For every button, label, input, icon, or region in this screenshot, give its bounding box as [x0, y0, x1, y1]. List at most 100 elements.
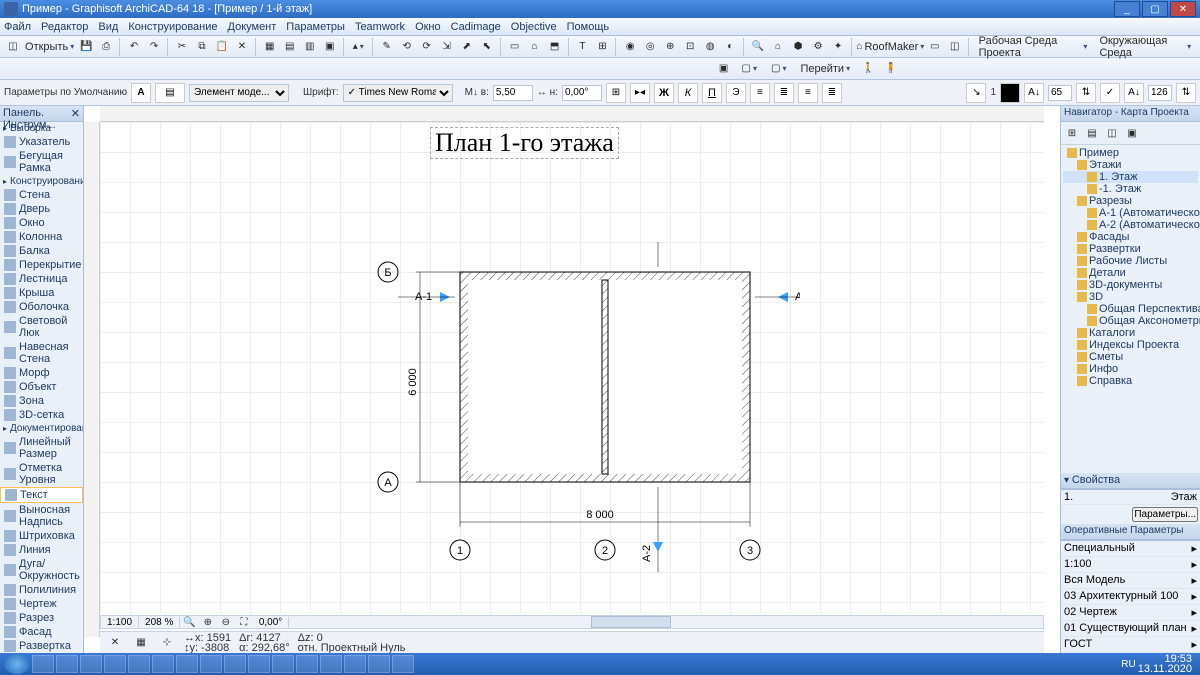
tool-линейный-размер[interactable]: Линейный Размер — [0, 435, 83, 461]
nav-node[interactable]: Каталоги — [1063, 327, 1198, 339]
tool-перекрытие[interactable]: Перекрытие — [0, 258, 83, 272]
system-tray[interactable]: 19:5313.11.2020 — [1138, 654, 1196, 674]
nav-node[interactable]: Общая Аксонометрия — [1063, 315, 1198, 327]
size-w-input[interactable] — [493, 85, 533, 101]
nav-icon[interactable]: ▢ — [737, 60, 762, 78]
tool-icon[interactable]: ⊡ — [681, 38, 699, 56]
tool-icon[interactable]: ◐ — [721, 38, 739, 56]
navigator-tree[interactable]: ПримерЭтажи1. Этаж-1. ЭтажРазрезыА-1 (Ав… — [1061, 145, 1200, 473]
tool-icon[interactable]: ⊕ — [661, 38, 679, 56]
quick-option[interactable]: 03 Архитектурный 100▸ — [1061, 589, 1200, 605]
nav-tab-icon[interactable]: ⊞ — [1063, 124, 1081, 142]
tool-icon[interactable]: ⬈ — [458, 38, 476, 56]
lock-icon[interactable]: ▸◂ — [630, 83, 650, 103]
tool-icon[interactable]: ⌂ — [526, 38, 544, 56]
nav-node[interactable]: Пример — [1063, 147, 1198, 159]
nav-node[interactable]: Рабочие Листы — [1063, 255, 1198, 267]
pen1-input[interactable] — [1048, 85, 1072, 101]
tool-стена[interactable]: Стена — [0, 188, 83, 202]
env-surround-button[interactable]: Окружающая Среда — [1094, 38, 1196, 56]
paste-icon[interactable]: 📋 — [213, 38, 231, 56]
env-project-button[interactable]: Рабочая Среда Проекта — [974, 38, 1093, 56]
tool-icon[interactable]: ▦ — [261, 38, 279, 56]
tool-выносная-надпись[interactable]: Выносная Надпись — [0, 503, 83, 529]
tool-icon[interactable]: ⚙ — [809, 38, 827, 56]
origin-icon[interactable]: ✕ — [106, 634, 124, 652]
tool-лестница[interactable]: Лестница — [0, 272, 83, 286]
tool-icon[interactable]: ✎ — [378, 38, 396, 56]
nav-node[interactable]: 3D-документы — [1063, 279, 1198, 291]
arrow-icon[interactable]: ↘ — [966, 83, 986, 103]
close-button[interactable]: ✕ — [1170, 1, 1196, 17]
tool-icon[interactable]: ◍ — [701, 38, 719, 56]
nav-tab-icon[interactable]: ▣ — [1123, 124, 1141, 142]
taskbar-item[interactable] — [176, 655, 198, 673]
person-icon[interactable]: 🚶 — [859, 60, 877, 78]
tool-окно[interactable]: Окно — [0, 216, 83, 230]
copy-icon[interactable]: ⧉ — [193, 38, 211, 56]
tool-бегущая-рамка[interactable]: Бегущая Рамка — [0, 149, 83, 175]
nav-node[interactable]: Индексы Проекта — [1063, 339, 1198, 351]
taskbar-item[interactable] — [104, 655, 126, 673]
tool-icon[interactable]: ⬢ — [789, 38, 807, 56]
menu-teamwork[interactable]: Teamwork — [355, 21, 405, 33]
anchor-icon[interactable]: ⊞ — [606, 83, 626, 103]
start-button[interactable] — [4, 654, 30, 674]
nav-tab-icon[interactable]: ▤ — [1083, 124, 1101, 142]
drawing-canvas[interactable]: План 1-го этажа 8 000 — [100, 122, 1044, 613]
style-icon[interactable]: Э — [726, 83, 746, 103]
tool-световой-люк[interactable]: Световой Люк — [0, 314, 83, 340]
lang-indicator[interactable]: RU — [1121, 659, 1135, 670]
menu-параметры[interactable]: Параметры — [286, 21, 345, 33]
quick-option[interactable]: 01 Существующий план▸ — [1061, 621, 1200, 637]
tool-полилиния[interactable]: Полилиния — [0, 583, 83, 597]
align-left-icon[interactable]: ≡ — [750, 83, 770, 103]
nav-node[interactable]: Разрезы — [1063, 195, 1198, 207]
pen2-input[interactable] — [1148, 85, 1172, 101]
toolbox-section[interactable]: Конструирование — [0, 175, 83, 188]
menu-файл[interactable]: Файл — [4, 21, 31, 33]
maximize-button[interactable]: ▢ — [1142, 1, 1168, 17]
scale-display[interactable]: 1:100 — [101, 617, 139, 628]
dropdown-icon[interactable]: ▴ — [349, 38, 368, 56]
layer-icon[interactable]: ▤ — [155, 83, 185, 103]
undo-icon[interactable]: ↶ — [125, 38, 143, 56]
tool-дверь[interactable]: Дверь — [0, 202, 83, 216]
nav-node[interactable]: Справка — [1063, 375, 1198, 387]
quick-option[interactable]: 1:100▸ — [1061, 557, 1200, 573]
snap-icon[interactable]: ⊹ — [158, 634, 176, 652]
tool-icon[interactable]: ⟳ — [418, 38, 436, 56]
quick-option[interactable]: 02 Чертеж▸ — [1061, 605, 1200, 621]
toolbox-section[interactable]: Документирование — [0, 422, 83, 435]
quick-option[interactable]: ГОСТ▸ — [1061, 637, 1200, 653]
tool-колонна[interactable]: Колонна — [0, 230, 83, 244]
taskbar-item[interactable] — [128, 655, 150, 673]
toolbox-section[interactable]: Выборка — [0, 122, 83, 135]
roofmaker-button[interactable]: ⌂ RoofMaker — [857, 38, 924, 56]
font-select[interactable]: ✓ Times New Roman — [343, 84, 453, 102]
taskbar-item[interactable] — [56, 655, 78, 673]
save-icon[interactable]: 💾 — [77, 38, 95, 56]
tool-3d-сетка[interactable]: 3D-сетка — [0, 408, 83, 422]
new-icon[interactable]: ◫ — [4, 38, 22, 56]
zoom-display[interactable]: 208 % — [139, 617, 180, 628]
menu-документ[interactable]: Документ — [228, 21, 277, 33]
menu-objective[interactable]: Objective — [511, 21, 557, 33]
bold-icon[interactable]: Ж — [654, 83, 674, 103]
taskbar-item[interactable] — [320, 655, 342, 673]
align-right-icon[interactable]: ≡ — [798, 83, 818, 103]
tool-icon[interactable]: ⟲ — [398, 38, 416, 56]
taskbar-item[interactable] — [248, 655, 270, 673]
tool-icon[interactable]: ▭ — [506, 38, 524, 56]
menu-редактор[interactable]: Редактор — [41, 21, 88, 33]
zoom-icon[interactable]: ⛶ — [235, 613, 253, 631]
swap-icon[interactable]: ⇅ — [1076, 83, 1096, 103]
check-icon[interactable]: ✓ — [1100, 83, 1120, 103]
tool-icon[interactable]: ▤ — [281, 38, 299, 56]
tool-развертка[interactable]: Развертка — [0, 639, 83, 653]
tool-icon[interactable]: ⌂ — [769, 38, 787, 56]
menu-cadimage[interactable]: Cadimage — [451, 21, 501, 33]
nav-icon[interactable]: ▢ — [766, 60, 791, 78]
pen-icon[interactable]: A↓ — [1024, 83, 1044, 103]
redo-icon[interactable]: ↷ — [145, 38, 163, 56]
